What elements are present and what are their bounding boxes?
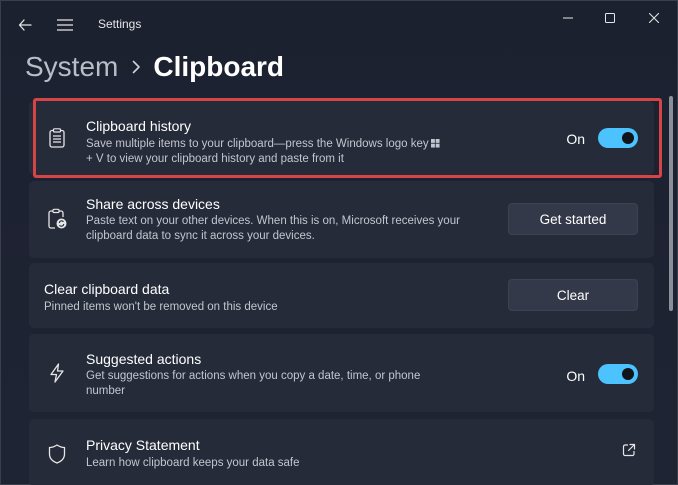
maximize-button[interactable]: [595, 7, 625, 29]
suggested-actions-toggle-label: On: [566, 368, 585, 384]
clear-button[interactable]: Clear: [508, 279, 638, 311]
clear-clipboard-card: Clear clipboard data Pinned items won't …: [29, 263, 654, 328]
settings-window: Settings System Clipboard Clipboard hist…: [0, 0, 678, 485]
clear-clipboard-description: Pinned items won't be removed on this de…: [44, 301, 278, 313]
lightning-icon: [45, 361, 69, 385]
highlight-outline: [33, 98, 662, 178]
share-across-devices-description: Paste text on your other devices. When t…: [86, 214, 496, 244]
scrollbar[interactable]: [669, 96, 673, 311]
close-button[interactable]: [639, 7, 669, 29]
shield-icon: [45, 442, 69, 466]
suggested-actions-card: Suggested actions Get suggestions for ac…: [29, 334, 654, 412]
share-across-devices-title: Share across devices: [86, 196, 220, 212]
share-desc-line2: clipboard data to sync it across your de…: [86, 230, 315, 242]
minimize-button[interactable]: [553, 7, 583, 29]
navigation-menu-button[interactable]: [53, 13, 77, 37]
back-arrow-icon: [18, 19, 32, 31]
suggested-actions-title: Suggested actions: [86, 351, 202, 367]
close-icon: [649, 13, 659, 23]
clear-clipboard-title: Clear clipboard data: [44, 281, 170, 297]
privacy-statement-title: Privacy Statement: [86, 437, 200, 453]
get-started-button[interactable]: Get started: [508, 203, 638, 235]
breadcrumb-parent-system[interactable]: System: [25, 51, 118, 83]
suggested-desc-line2: number: [86, 385, 125, 397]
open-external-icon[interactable]: [622, 443, 638, 459]
breadcrumb: System Clipboard: [25, 45, 284, 89]
suggested-actions-toggle[interactable]: [598, 364, 638, 384]
suggested-desc-line1: Get suggestions for actions when you cop…: [86, 370, 421, 382]
chevron-right-icon: [132, 60, 141, 74]
page-title: Clipboard: [153, 51, 285, 82]
title-bar: Settings: [1, 1, 677, 49]
hamburger-menu-icon: [57, 19, 73, 31]
back-button[interactable]: [13, 13, 37, 37]
clipboard-sync-icon: [45, 207, 69, 231]
minimize-icon: [563, 17, 573, 19]
share-across-devices-card: Share across devices Paste text on your …: [29, 181, 654, 258]
window-title: Settings: [98, 17, 142, 31]
share-desc-line1: Paste text on your other devices. When t…: [86, 215, 460, 227]
suggested-actions-description: Get suggestions for actions when you cop…: [86, 369, 486, 399]
toggle-knob: [622, 368, 634, 380]
privacy-statement-card[interactable]: Privacy Statement Learn how clipboard ke…: [29, 419, 654, 485]
maximize-icon: [605, 13, 615, 23]
privacy-statement-description: Learn how clipboard keeps your data safe: [86, 457, 300, 469]
